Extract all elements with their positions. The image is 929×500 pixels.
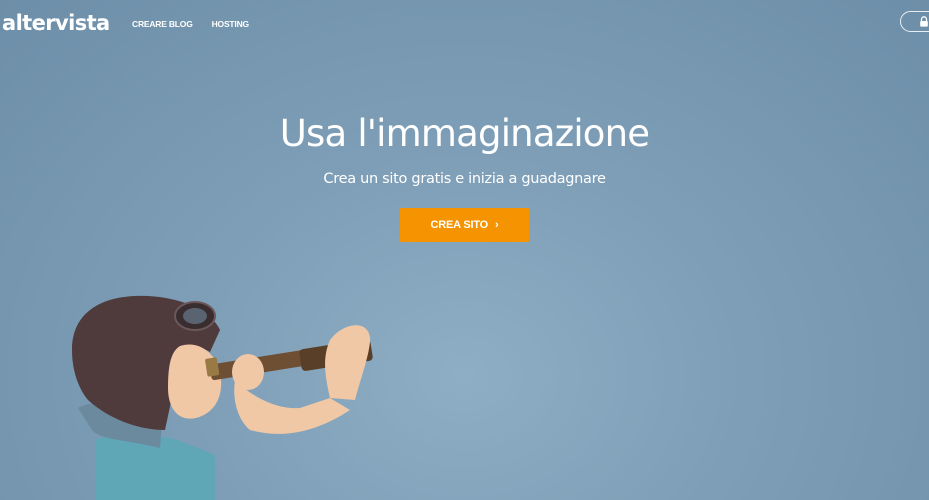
child-face bbox=[168, 344, 222, 419]
login-button[interactable] bbox=[900, 11, 929, 32]
child-with-telescope-image bbox=[72, 295, 373, 500]
child-raised-arm bbox=[325, 325, 371, 400]
chevron-right-icon: › bbox=[495, 218, 499, 231]
altervista-logo[interactable]: altervista bbox=[2, 9, 110, 37]
main-nav: CREARE BLOG HOSTING bbox=[132, 18, 249, 30]
top-navigation-bar: altervista CREARE BLOG HOSTING bbox=[0, 0, 929, 48]
lock-icon bbox=[920, 16, 928, 27]
crea-sito-button[interactable]: CREA SITO › bbox=[400, 208, 529, 242]
nav-item-hosting[interactable]: HOSTING bbox=[212, 18, 250, 30]
nav-item-creare-blog[interactable]: CREARE BLOG bbox=[132, 18, 193, 30]
crea-sito-label: CREA SITO bbox=[430, 219, 489, 231]
hero-section: Usa l'immaginazione Crea un sito gratis … bbox=[0, 108, 929, 190]
hero-subtitle: Crea un sito gratis e inizia a guadagnar… bbox=[323, 171, 606, 187]
hero-title: Usa l'immaginazione bbox=[279, 112, 650, 155]
